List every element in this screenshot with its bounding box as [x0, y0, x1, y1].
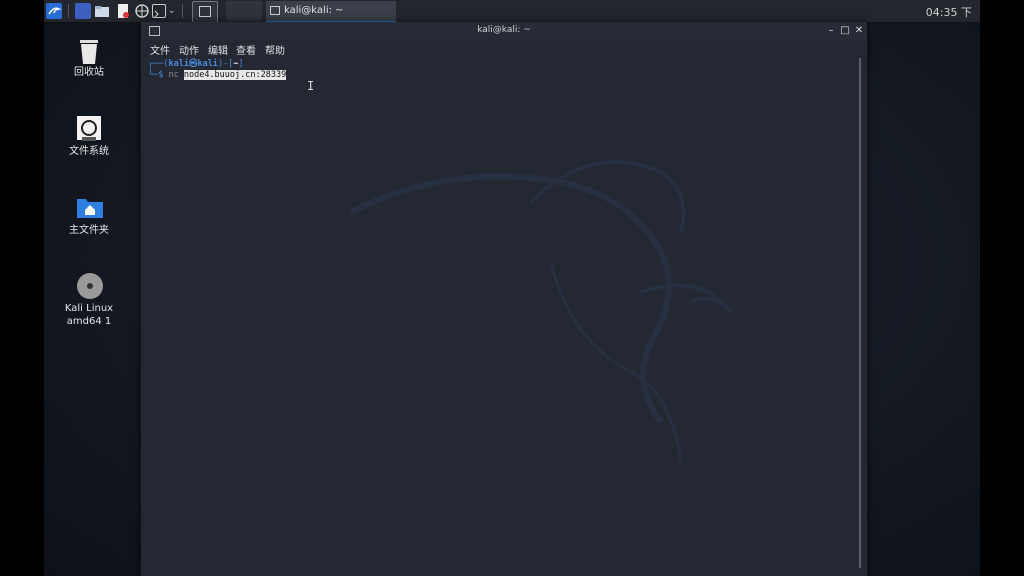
menu-view[interactable]: 查看 — [236, 42, 256, 57]
clock[interactable]: 04:35 下 — [926, 4, 972, 20]
chevron-down-icon[interactable]: ⌄ — [168, 3, 178, 19]
menu-bar: 文件 动作 编辑 查看 帮助 — [141, 40, 867, 58]
desktop-icon-filesystem[interactable]: 文件系统 — [49, 115, 129, 158]
terminal-icon — [270, 6, 280, 15]
scrollbar[interactable] — [859, 58, 861, 568]
desktop-icon-kali-disc[interactable]: Kali Linux amd64 1 — [49, 272, 129, 328]
terminal-output[interactable]: ┌──(kali㉿kali)-[~] └─$ nc node4.buuoj.cn… — [141, 58, 867, 576]
drive-icon — [76, 115, 102, 141]
menu-edit[interactable]: 编辑 — [208, 42, 228, 57]
maximize-button[interactable]: □ — [839, 25, 851, 37]
selected-argument[interactable]: node4.buuoj.cn:28339 — [183, 70, 287, 80]
close-button[interactable]: ✕ — [853, 25, 865, 37]
taskbar-separator — [68, 4, 69, 18]
menu-file[interactable]: 文件 — [150, 42, 170, 57]
minimize-button[interactable]: – — [825, 25, 837, 37]
window-title: kali@kali: ~ — [477, 25, 531, 35]
file-manager-icon[interactable] — [94, 3, 110, 19]
prompt-prefix: ┌──( — [148, 59, 169, 69]
prompt-userhost: kali㉿kali — [168, 59, 218, 69]
kali-menu-icon[interactable] — [46, 3, 62, 19]
home-folder-icon — [76, 194, 103, 220]
desktop-icon-label: 主文件夹 — [69, 225, 109, 236]
trash-icon — [76, 36, 102, 64]
menu-help[interactable]: 帮助 — [265, 42, 285, 57]
taskbar: ⌄ kali@kali: ~ 04:35 下 — [44, 0, 980, 23]
desktop-icon-label: 回收站 — [74, 67, 104, 78]
text-cursor-icon: I — [307, 79, 315, 93]
terminal-window[interactable]: kali@kali: ~ – □ ✕ 文件 动作 编辑 查看 帮助 ┌──(ka… — [141, 22, 867, 576]
desktop-icon-trash[interactable]: 回收站 — [49, 36, 129, 79]
terminal-titlebar[interactable]: kali@kali: ~ – □ ✕ — [141, 22, 867, 40]
command-line: └─$ nc node4.buuoj.cn:28339 — [148, 70, 287, 81]
web-browser-icon[interactable] — [134, 3, 150, 19]
desktop-icon-home[interactable]: 主文件夹 — [49, 194, 129, 237]
command-name: nc — [168, 70, 184, 80]
prompt-line: ┌──(kali㉿kali)-[~] — [148, 59, 244, 70]
show-desktop-icon[interactable] — [75, 3, 91, 19]
workspace-2[interactable] — [226, 1, 262, 21]
desktop-icon-label: 文件系统 — [69, 146, 109, 157]
text-editor-icon[interactable] — [115, 3, 131, 19]
taskbar-window-title: kali@kali: ~ — [284, 5, 344, 16]
disc-icon — [76, 272, 103, 299]
desktop: ⌄ kali@kali: ~ 04:35 下 回收站 文件系统 主文件夹 Kal… — [44, 0, 980, 576]
prompt-mid: )-[ — [217, 59, 234, 69]
taskbar-separator — [182, 4, 183, 18]
workspace-1[interactable] — [192, 1, 218, 23]
terminal-icon — [199, 6, 211, 17]
desktop-icon-label: Kali Linux amd64 1 — [64, 303, 114, 327]
prompt-suffix: ] — [238, 59, 244, 69]
menu-actions[interactable]: 动作 — [179, 42, 199, 57]
command-prefix: └─$ — [148, 70, 169, 80]
taskbar-window-terminal[interactable]: kali@kali: ~ — [266, 1, 396, 23]
terminal-launcher-icon[interactable] — [152, 4, 166, 18]
